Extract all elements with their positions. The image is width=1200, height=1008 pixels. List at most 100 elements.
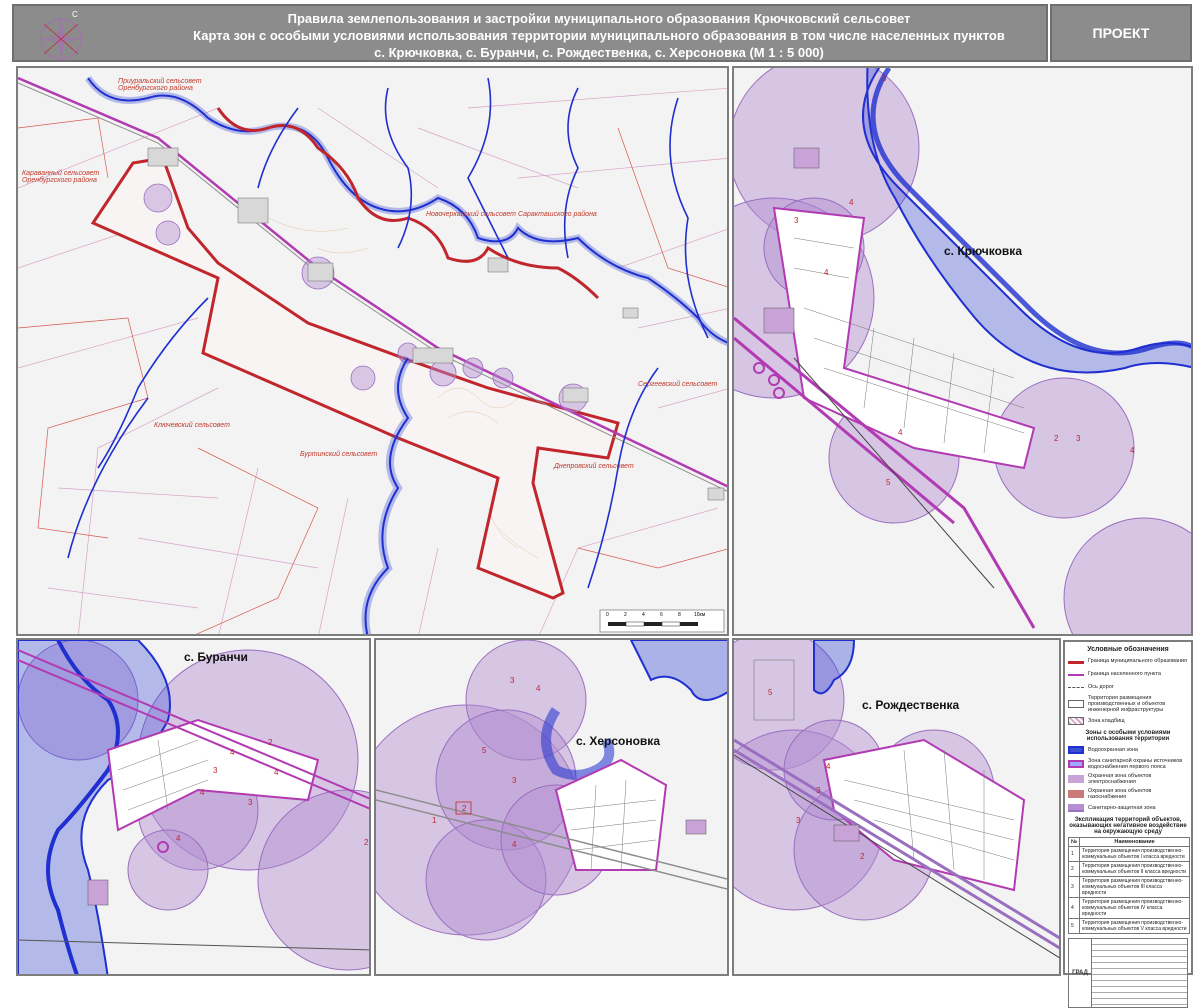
legend-label: Ось дорог: [1088, 684, 1114, 690]
zone-num: 4: [824, 268, 829, 277]
zone-num: 2: [860, 852, 865, 861]
scale-tick-1: 2: [624, 612, 627, 618]
zone-num: 3: [1076, 434, 1081, 443]
title-block-stamp: ГРАД: [1068, 938, 1188, 1008]
scale-tick-0: 0: [606, 612, 609, 618]
inset-kryuchkovka: с. Крючковка 3 4 3 4 5 4 2 3 4: [732, 66, 1193, 636]
map-title-line-1: Правила землепользования и застройки мун…: [287, 11, 911, 26]
zone-num: 1: [432, 816, 437, 825]
zone-num: 2: [462, 804, 467, 813]
table-row: 3 Территория размещения производственно-к…: [1067, 876, 1190, 898]
legend-swatch: [1068, 674, 1084, 678]
zone-num: 3: [794, 216, 799, 225]
zone-num: 3: [510, 676, 515, 685]
legend-label: Охранная зона объектов газоснабжения: [1088, 788, 1152, 800]
table-cell-name: Территория размещения производственно-ко…: [1079, 876, 1190, 898]
label-dneprovsky: Днепровский сельсовет: [554, 463, 634, 470]
legend-item: Граница муниципального образования: [1068, 656, 1188, 666]
inset-buranchi-canvas: [18, 640, 369, 974]
legend-zones-title: Зоны с особыми условиями использования т…: [1085, 730, 1171, 742]
legend-label: Санитарно-защитная зона: [1088, 805, 1156, 811]
label-novocherkassky: Новочеркасский сельсовет Саракташского р…: [426, 211, 597, 218]
inset-rozhdestvenka-canvas: [734, 640, 1059, 959]
scale-tick-3: 6: [660, 612, 663, 618]
inset-khersonovka-canvas: [376, 640, 727, 941]
zone-num: 2: [1054, 434, 1059, 443]
legend-label: Зона кладбищ: [1088, 718, 1125, 724]
legend-swatch: [1068, 717, 1084, 725]
inset-khersonovka-pond: [629, 640, 727, 701]
legend-table-title: Экспликация территорий объектов, оказыва…: [1069, 817, 1187, 835]
zone-num: 3: [248, 798, 253, 807]
legend-swatch: [1068, 700, 1084, 708]
legend-item: Водоохранная зона: [1068, 745, 1188, 755]
table-cell-num: 1: [1067, 846, 1081, 862]
legend-explication-table: № Наименование 1 Территория размещения пр…: [1067, 837, 1190, 934]
zone-num: 5: [886, 478, 891, 487]
label-priuralsky: Приуральский сельсовет Оренбургского рай…: [118, 78, 202, 92]
zone-num: 3: [882, 74, 887, 83]
inset-rozhdestvenka-title: с. Рождественка: [862, 698, 960, 712]
scale-tick-2: 4: [642, 612, 645, 618]
zone-num: 4: [230, 748, 235, 757]
zone-num: 4: [849, 198, 854, 207]
table-cell-name: Территория размещения производственно-ко…: [1079, 861, 1190, 877]
table-row: 1 Территория размещения производственно-к…: [1067, 846, 1190, 862]
legend-item: Ось дорог: [1068, 682, 1188, 692]
inset-buranchi-title: с. Буранчи: [184, 650, 248, 664]
legend-swatch: [1068, 687, 1084, 691]
inset-rozhdestvenka: с. Рождественка 5 4 3 3 2: [732, 638, 1061, 976]
legend-swatch: [1068, 760, 1084, 768]
zone-num: 3: [512, 776, 517, 785]
main-map-panel: 0 2 4 6 8 10км Приуральский сельсовет Ор…: [16, 66, 729, 636]
table-header: №: [1067, 837, 1081, 847]
map-title-line-2: Карта зон с особыми условиями использова…: [193, 28, 1005, 43]
legend-item: Зона кладбищ: [1068, 716, 1188, 726]
legend-label: Граница муниципального образования: [1088, 658, 1188, 664]
table-cell-name: Территория размещения производственно-ко…: [1079, 897, 1190, 919]
legend-item: Граница населенного пункта: [1068, 669, 1188, 679]
river-boundary: [216, 107, 600, 300]
zone-num: 4: [536, 684, 541, 693]
inset-khersonovka: с. Херсоновка 3 4 5 3 2 1 4: [374, 638, 729, 976]
table-cell-num: 5: [1067, 918, 1081, 934]
inset-kryuchkovka-cemetery: [793, 147, 820, 169]
zone-num: 2: [364, 838, 369, 847]
table-row: 4 Территория размещения производственно-к…: [1067, 897, 1190, 919]
zone-num: 2: [268, 738, 273, 747]
zone-num: 4: [200, 788, 205, 797]
label-burtinsky: Буртинский сельсовет: [300, 451, 378, 458]
legend-swatch: [1068, 804, 1084, 812]
protection-zones: [143, 183, 588, 413]
legend-label: Граница населенного пункта: [1088, 671, 1161, 677]
table-cell-num: 2: [1067, 861, 1081, 877]
label-klyuchevsky: Ключевский сельсовет: [154, 422, 230, 429]
table-header-row: № Наименование: [1067, 837, 1190, 847]
project-stamp: ПРОЕКТ: [1050, 4, 1192, 62]
zone-num: 4: [274, 768, 279, 777]
table-cell-name: Территория размещения производственно-ко…: [1079, 846, 1190, 862]
inset-buranchi: с. Буранчи 2 4 3 4 4 3 4 2: [16, 638, 371, 976]
legend-panel: Условные обозначения Граница муниципальн…: [1063, 640, 1193, 1008]
table-cell-num: 3: [1067, 876, 1081, 898]
main-map-canvas: [18, 75, 727, 634]
zone-num: 3: [796, 816, 801, 825]
zone-num: 3: [816, 786, 821, 795]
table-cell-name: Территория размещения производственно-ко…: [1079, 918, 1190, 934]
compass-letter: С: [72, 10, 78, 19]
legend-swatch: [1068, 775, 1084, 783]
stamp-lines: [1092, 939, 1187, 1007]
inset-buranchi-cemetery: [87, 879, 109, 906]
company-logo: ГРАД: [1069, 939, 1092, 1007]
legend-item: Охранная зона объектов электроснабжения: [1068, 773, 1188, 785]
zone-num: 4: [898, 428, 903, 437]
zone-num: 3: [213, 766, 218, 775]
inset-kryuchkovka-title: с. Крючковка: [944, 244, 1022, 258]
zone-num: 4: [512, 840, 517, 849]
legend-item: Санитарно-защитная зона: [1068, 803, 1188, 813]
zone-num: 4: [1130, 446, 1135, 455]
legend-title: Условные обозначения: [1087, 646, 1169, 653]
table-row: 5 Территория размещения производственно-к…: [1067, 918, 1190, 934]
zone-num: 5: [768, 688, 773, 697]
inset-kryuchkovka-canvas: [734, 68, 1191, 634]
